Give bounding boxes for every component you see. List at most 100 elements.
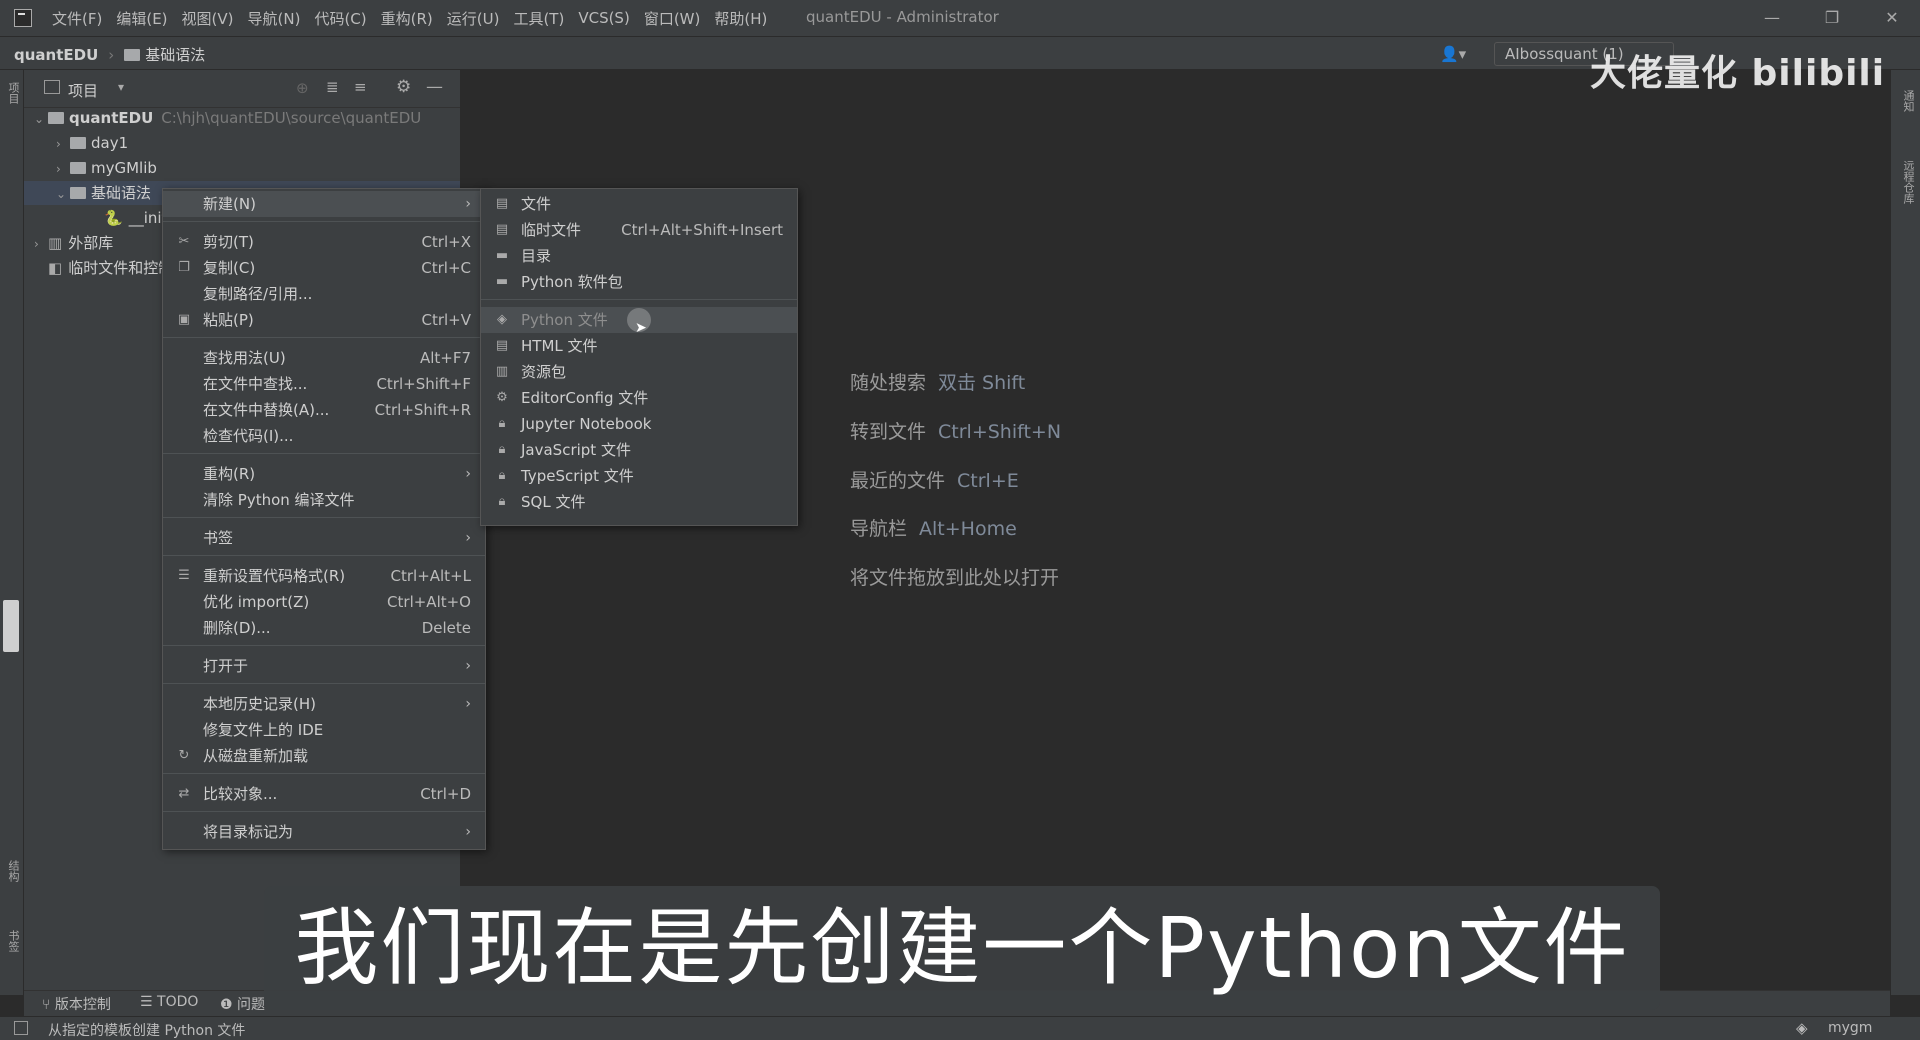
menu-item-find-in-files[interactable]: 在文件中查找... Ctrl+Shift+F [163,371,485,397]
layout-icon[interactable] [14,1021,28,1035]
menu-label: 将目录标记为 [203,823,294,841]
menu-item-cut[interactable]: ✂ 剪切(T) Ctrl+X [163,229,485,255]
menu-tools[interactable]: 工具(T) [513,8,564,29]
tree-label: quantEDU [69,109,154,127]
branch-icon: ⑂ [42,997,55,1013]
menu-item-bookmarks[interactable]: 书签 › [163,525,485,551]
menu-item-replace-in-files[interactable]: 在文件中替换(A)... Ctrl+Shift+R [163,397,485,423]
submenu-item-editorconfig[interactable]: ⚙ EditorConfig 文件 [481,385,797,411]
menu-item-local-history[interactable]: 本地历史记录(H) › [163,691,485,717]
minimize-button[interactable]: — [1752,4,1792,32]
menu-item-repair-ide[interactable]: 修复文件上的 IDE [163,717,485,743]
menu-window[interactable]: 窗口(W) [644,8,701,29]
menu-label: 资源包 [521,363,567,381]
panel-title[interactable]: 项目 [68,80,98,101]
submenu-item-resource-bundle[interactable]: ▥ 资源包 [481,359,797,385]
submenu-item-typescript[interactable]: 🔒︎ TypeScript 文件 [481,463,797,489]
chevron-right-icon: › [465,530,471,546]
menu-label: 比较对象... [203,785,278,803]
submenu-item-directory[interactable]: ▬ 目录 [481,243,797,269]
tree-label: 外部库 [68,234,114,252]
separator [163,453,485,454]
menu-refactor[interactable]: 重构(R) [381,8,433,29]
menu-help[interactable]: 帮助(H) [714,8,767,29]
tab-project[interactable]: 项目 [3,82,21,104]
menu-item-new[interactable]: 新建(N) › [163,191,485,217]
hint-key: Alt+Home [919,518,1017,540]
video-watermark: 大佬量化 bilibili [1590,53,1886,94]
menu-item-mark-directory[interactable]: 将目录标记为 › [163,819,485,845]
tree-item-external-libs[interactable]: › ▥ 外部库 [34,231,113,255]
menu-item-optimize-imports[interactable]: 优化 import(Z) Ctrl+Alt+O [163,589,485,615]
toolwindow-problems[interactable]: ❶ 问题 [220,994,265,1014]
chevron-down-icon[interactable]: ▾ [118,80,124,94]
expand-all-icon[interactable]: ≣ [326,78,339,96]
menu-shortcut: Ctrl+Shift+F [376,375,471,393]
menu-item-clean-python[interactable]: 清除 Python 编译文件 [163,487,485,513]
tab-remote[interactable]: 远程仓库 [1898,160,1916,204]
hint-recent-files: 最近的文件 Ctrl+E [850,466,1019,493]
toolwindow-todo[interactable]: ☰ TODO [140,994,198,1010]
breadcrumb-project[interactable]: quantEDU [14,46,98,64]
menu-label: 优化 import(Z) [203,593,310,611]
menu-vcs[interactable]: VCS(S) [578,9,629,27]
menu-view[interactable]: 视图(V) [182,8,234,29]
breadcrumb: quantEDU › 基础语法 [14,44,205,65]
locate-icon[interactable]: ⊕ [296,79,309,97]
submenu-item-jupyter[interactable]: 🔒︎ Jupyter Notebook [481,411,797,437]
submenu-item-scratch[interactable]: ▤ 临时文件 Ctrl+Alt+Shift+Insert [481,217,797,243]
status-message: 从指定的模板创建 Python 文件 [48,1023,246,1039]
menu-item-open-in[interactable]: 打开于 › [163,653,485,679]
lock-icon: 🔒︎ [498,442,506,457]
interpreter-name[interactable]: mygm [1828,1020,1872,1036]
menu-item-compare[interactable]: ⇄ 比较对象... Ctrl+D [163,781,485,807]
breadcrumb-folder[interactable]: 基础语法 [124,44,205,65]
close-window-button[interactable]: ✕ [1872,4,1912,32]
tab-bookmarks[interactable]: 书签 [3,930,21,952]
menu-item-refactor[interactable]: 重构(R) › [163,461,485,487]
menu-label: 从磁盘重新加载 [203,747,309,765]
chevron-down-icon: ⌄ [34,112,45,126]
html-file-icon: ▤ [495,338,509,353]
menu-navigate[interactable]: 导航(N) [248,8,301,29]
menu-label: 粘贴(P) [203,311,254,329]
menu-label: TypeScript 文件 [521,467,634,485]
separator [163,337,485,338]
scratch-icon: ◧ [48,259,63,277]
hint-label: 转到文件 [850,421,927,443]
submenu-item-python-package[interactable]: ▬ Python 软件包 [481,269,797,295]
submenu-item-file[interactable]: ▤ 文件 [481,191,797,217]
menu-label: 修复文件上的 IDE [203,721,324,739]
submenu-item-html[interactable]: ▤ HTML 文件 [481,333,797,359]
menu-code[interactable]: 代码(C) [314,8,366,29]
gear-icon[interactable]: ⚙ [396,77,411,97]
submenu-item-javascript[interactable]: 🔒︎ JavaScript 文件 [481,437,797,463]
toolwindow-vcs[interactable]: ⑂ 版本控制 [42,994,111,1014]
menu-item-reload-disk[interactable]: ↻ 从磁盘重新加载 [163,743,485,769]
menu-item-paste[interactable]: ▣ 粘贴(P) Ctrl+V [163,307,485,333]
tab-structure[interactable]: 结构 [3,860,21,882]
collapse-all-icon[interactable]: ≡ [354,78,367,96]
menu-item-copy-path[interactable]: 复制路径/引用... [163,281,485,307]
submenu-item-sql[interactable]: 🔒︎ SQL 文件 [481,489,797,515]
menu-label: Python 软件包 [521,273,623,291]
menu-item-copy[interactable]: ❐ 复制(C) Ctrl+C [163,255,485,281]
tree-label: day1 [91,134,129,152]
user-icon[interactable]: 👤▾ [1440,45,1466,63]
menu-label: 本地历史记录(H) [203,695,316,713]
menu-item-delete[interactable]: 删除(D)... Delete [163,615,485,641]
submenu-item-python-file[interactable]: ◈ Python 文件 ➤ [481,307,797,336]
menu-item-find-usages[interactable]: 查找用法(U) Alt+F7 [163,345,485,371]
info-icon: ❶ [220,997,238,1013]
tree-item-day1[interactable]: › day1 [56,131,128,155]
menu-item-reformat[interactable]: ☰ 重新设置代码格式(R) Ctrl+Alt+L [163,563,485,589]
tab-notifications[interactable]: 通知 [1898,90,1916,112]
restore-button[interactable]: ❐ [1812,4,1852,32]
menu-item-inspect-code[interactable]: 检查代码(I)... [163,423,485,449]
hide-panel-icon[interactable]: — [426,77,443,97]
menu-edit[interactable]: 编辑(E) [116,8,167,29]
menu-file[interactable]: 文件(F) [52,8,102,29]
tree-item-mygmlib[interactable]: › myGMlib [56,156,157,180]
tree-item-root[interactable]: ⌄ quantEDU C:\hjh\quantEDU\source\quantEDU [34,106,421,130]
menu-run[interactable]: 运行(U) [447,8,500,29]
